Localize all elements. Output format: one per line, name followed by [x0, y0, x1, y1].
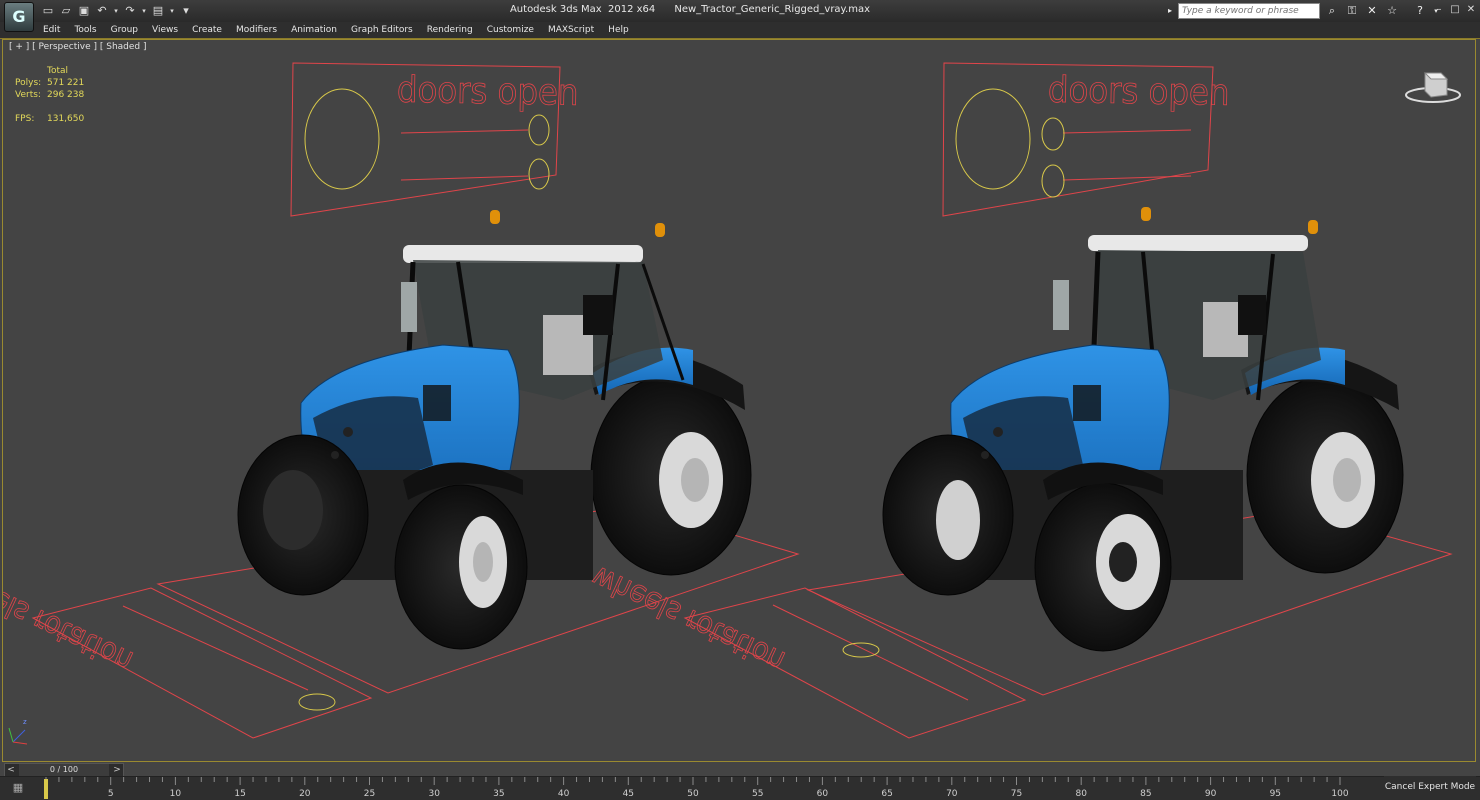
maximize-icon[interactable]: □	[1450, 3, 1460, 17]
timeline-tick-label: 100	[1331, 789, 1348, 799]
timeline-tick-label: 5	[108, 789, 114, 799]
time-slider-next-button[interactable]: >	[111, 764, 123, 776]
time-slider-prev-button[interactable]: <	[5, 764, 17, 776]
favorites-star-icon[interactable]: ☆	[1384, 3, 1400, 19]
perspective-viewport[interactable]: doors open wheels rotation doors open wh…	[2, 39, 1476, 762]
open-file-icon[interactable]: ▱	[58, 3, 74, 19]
timeline-tick-label: 70	[946, 789, 958, 799]
timeline-tick-label: 75	[1011, 789, 1022, 799]
stats-header: Total	[47, 66, 69, 76]
menu-rendering[interactable]: Rendering	[420, 24, 480, 36]
timeline-tick-label: 65	[881, 789, 892, 799]
right-doors-helper[interactable]: doors open	[942, 62, 1230, 217]
time-slider[interactable]: < 0 / 100 >	[4, 763, 124, 777]
menu-tools[interactable]: Tools	[67, 24, 103, 36]
minimize-icon[interactable]: –	[1434, 3, 1444, 17]
app-title: Autodesk 3ds Max 2012 x64	[509, 4, 656, 15]
menu-graph-editors[interactable]: Graph Editors	[344, 24, 420, 36]
time-slider-value[interactable]: 0 / 100	[19, 764, 109, 776]
timeline-tick-label: 35	[493, 789, 504, 799]
timeline-tick-label: 90	[1205, 789, 1217, 799]
menu-maxscript[interactable]: MAXScript	[541, 24, 601, 36]
right-wheels-label: wheels rotation	[587, 559, 791, 679]
menu-bar: Edit Tools Group Views Create Modifiers …	[0, 22, 1480, 39]
close-icon[interactable]: ✕	[1466, 3, 1476, 17]
help-icon[interactable]: ?	[1412, 3, 1428, 19]
viewport-label-menu[interactable]: [ + ] [ Perspective ] [ Shaded ]	[9, 42, 147, 52]
timeline-tick-label: 95	[1270, 789, 1281, 799]
window-title: Autodesk 3ds Max 2012 x64 New_Tractor_Ge…	[440, 4, 940, 15]
timeline-tick-label: 85	[1140, 789, 1151, 799]
expand-arrow-icon[interactable]: ▸	[1166, 3, 1174, 19]
new-file-icon[interactable]: ▭	[40, 3, 56, 19]
menu-group[interactable]: Group	[104, 24, 145, 36]
timeline-tick-label: 55	[752, 789, 763, 799]
infocenter: ▸ ⌕ ⚿ ✕ ☆ ? ▾	[1166, 3, 1440, 19]
right-tractor-model[interactable]	[882, 207, 1404, 652]
save-icon[interactable]: ▣	[76, 3, 92, 19]
fps-label: FPS:	[15, 114, 35, 124]
verts-value: 296 238	[47, 90, 85, 100]
menu-edit[interactable]: Edit	[36, 24, 67, 36]
menu-customize[interactable]: Customize	[480, 24, 541, 36]
subscription-icon[interactable]: ⚿	[1344, 3, 1360, 19]
menu-modifiers[interactable]: Modifiers	[229, 24, 284, 36]
viewcube-icon[interactable]	[1403, 65, 1463, 105]
left-tractor-model[interactable]	[237, 210, 752, 650]
quick-access-toolbar: ▭ ▱ ▣ ↶ ▾ ↷ ▾ ▤ ▾ ▾	[40, 3, 194, 19]
communication-center-icon[interactable]: ✕	[1364, 3, 1380, 19]
viewport-scene[interactable]: doors open wheels rotation doors open wh…	[3, 40, 1476, 762]
timeline-tick-label: 15	[234, 789, 245, 799]
timeline-tick-label: 40	[558, 789, 570, 799]
cancel-expert-mode-button[interactable]: Cancel Expert Mode	[1384, 776, 1476, 798]
verts-label: Verts:	[15, 90, 41, 100]
left-doors-helper[interactable]: doors open	[290, 62, 579, 217]
3ds-max-window: ▭ ▱ ▣ ↶ ▾ ↷ ▾ ▤ ▾ ▾ Autodesk 3ds Max 201…	[0, 0, 1480, 800]
customize-dropdown-icon[interactable]: ▾	[178, 3, 194, 19]
search-input[interactable]	[1178, 3, 1320, 19]
right-doors-label: doors open	[1048, 70, 1230, 114]
open-mini-curve-editor-icon[interactable]: ▦	[8, 780, 28, 796]
timeline-tick-label: 60	[817, 789, 829, 799]
menu-help[interactable]: Help	[601, 24, 636, 36]
menu-create[interactable]: Create	[185, 24, 229, 36]
timeline-tick-label: 20	[299, 789, 311, 799]
title-bar: ▭ ▱ ▣ ↶ ▾ ↷ ▾ ▤ ▾ ▾ Autodesk 3ds Max 201…	[0, 0, 1480, 23]
timeline-tick-label: 30	[428, 789, 440, 799]
polys-label: Polys:	[15, 78, 42, 88]
timeline-tick-label: 10	[170, 789, 182, 799]
timeline-tick-label: 25	[364, 789, 375, 799]
file-name: New_Tractor_Generic_Rigged_vray.max	[674, 4, 871, 15]
menu-animation[interactable]: Animation	[284, 24, 344, 36]
polys-value: 571 221	[47, 78, 85, 88]
project-folder-icon[interactable]: ▤	[150, 3, 166, 19]
application-button[interactable]: G	[4, 2, 34, 32]
left-doors-label: doors open	[397, 70, 579, 114]
dropdown-icon[interactable]: ▾	[168, 3, 176, 19]
app-logo-icon: G	[12, 7, 26, 26]
window-controls: – □ ✕	[1434, 3, 1476, 17]
left-wheels-label: wheels rotation	[3, 559, 138, 679]
fps-value: 131,650	[47, 114, 85, 124]
menu-views[interactable]: Views	[145, 24, 185, 36]
statistics-overlay: Total Polys: 571 221 Verts: 296 238 FPS: 13…	[15, 65, 84, 125]
redo-icon[interactable]: ↷	[122, 3, 138, 19]
current-frame-marker[interactable]	[44, 779, 48, 799]
binoculars-icon[interactable]: ⌕	[1324, 3, 1340, 19]
svg-text:z: z	[23, 718, 27, 726]
undo-icon[interactable]: ↶	[94, 3, 110, 19]
timeline-tick-label: 80	[1075, 789, 1087, 799]
timeline-tick-label: 45	[623, 789, 634, 799]
track-bar[interactable]: ▦ 5 10 15 20 25 30 35 40 45 50 55 60 65 70 75 80 85 90 95 1…	[0, 776, 1480, 800]
timeline-ruler[interactable]: 5 10 15 20 25 30 35 40 45 50 55 60 65 70 75 80 85 90 95 100	[44, 777, 1374, 800]
dropdown-icon[interactable]: ▾	[112, 3, 120, 19]
dropdown-icon[interactable]: ▾	[140, 3, 148, 19]
timeline-tick-label: 50	[687, 789, 699, 799]
axis-tripod-icon: z	[8, 718, 28, 745]
